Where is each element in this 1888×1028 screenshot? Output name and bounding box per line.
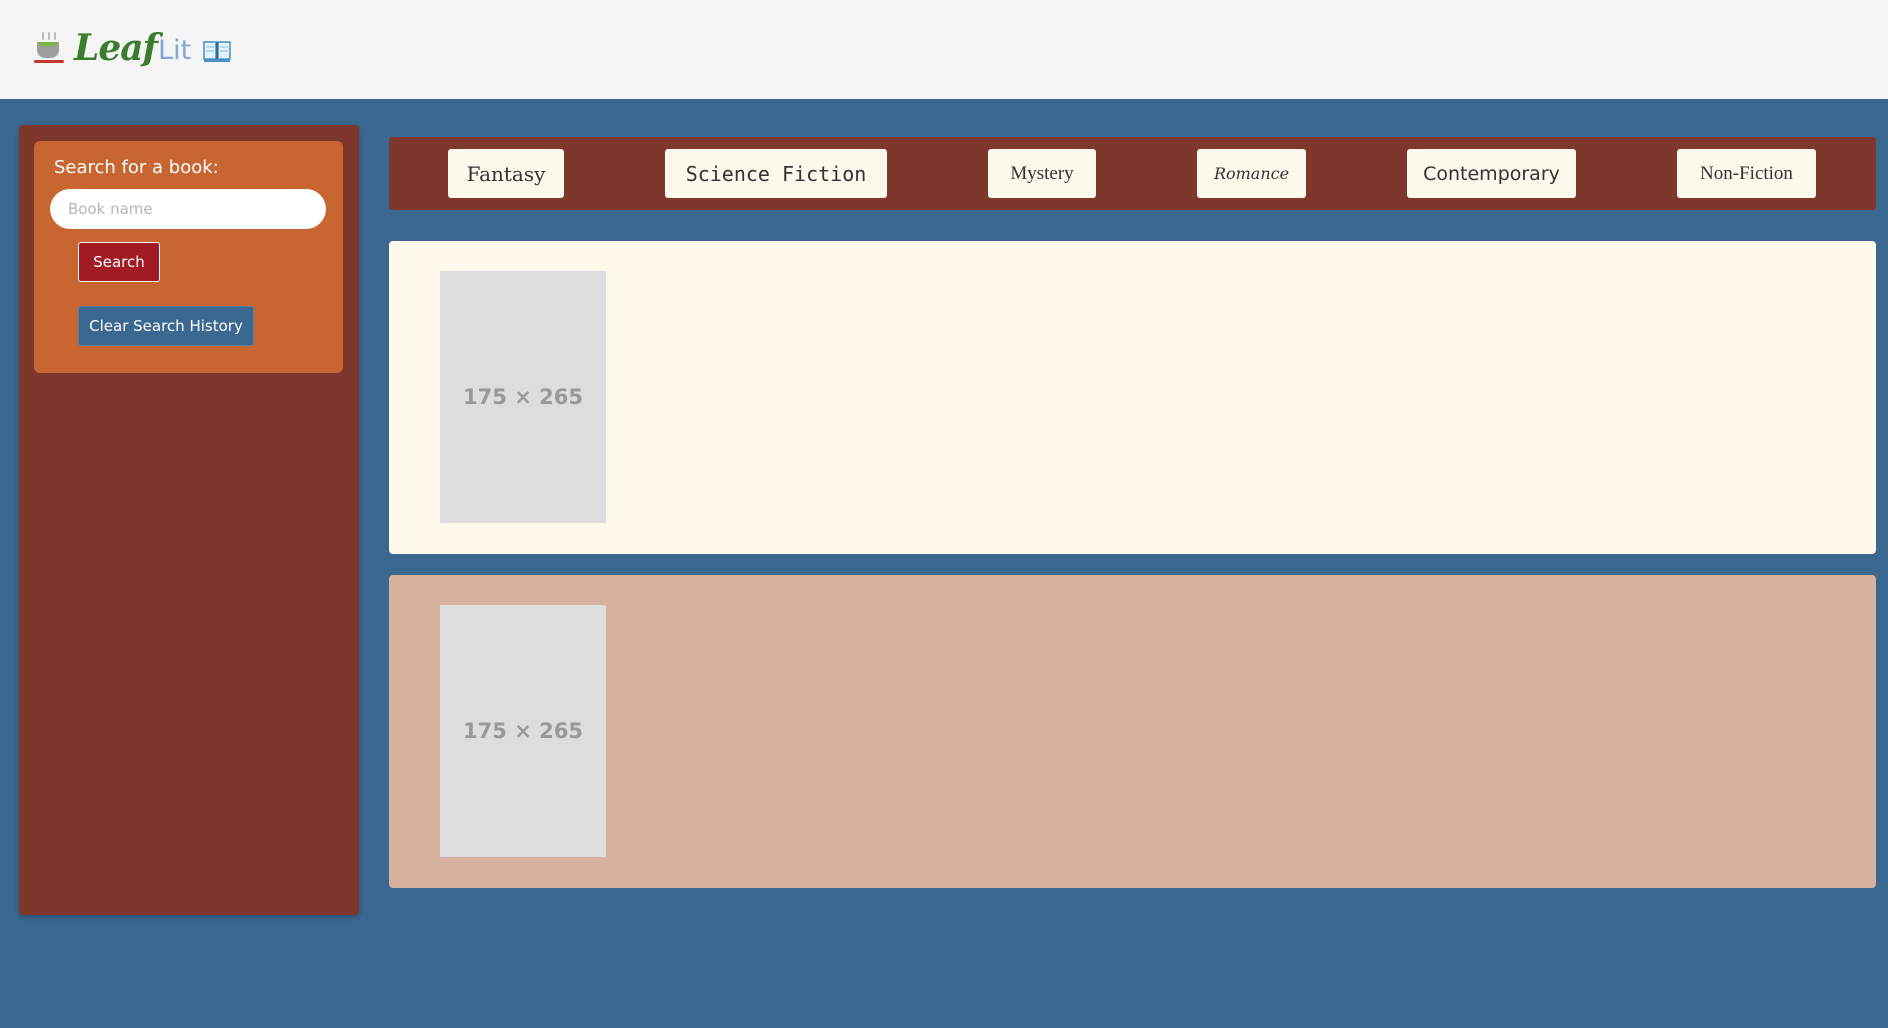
brand-name-leaf: Leaf <box>74 27 158 69</box>
search-label: Search for a book: <box>54 157 219 178</box>
genre-button-romance[interactable]: Romance <box>1197 149 1306 198</box>
open-book-icon <box>203 39 231 63</box>
search-input[interactable] <box>50 189 326 229</box>
book-cover-placeholder: 175 × 265 <box>440 271 606 523</box>
brand-logo[interactable]: Leaf Lit <box>34 22 231 74</box>
teacup-icon <box>34 30 64 66</box>
book-cover-placeholder: 175 × 265 <box>440 605 606 857</box>
book-result-card: 175 × 265 <box>389 241 1876 554</box>
search-button[interactable]: Search <box>78 242 160 282</box>
genre-button-science-fiction[interactable]: Science Fiction <box>665 149 887 198</box>
genre-button-mystery[interactable]: Mystery <box>988 149 1096 198</box>
clear-search-history-button[interactable]: Clear Search History <box>78 306 254 346</box>
genre-button-non-fiction[interactable]: Non-Fiction <box>1677 149 1816 198</box>
brand-name-lit: Lit <box>158 34 192 66</box>
genre-button-contemporary[interactable]: Contemporary <box>1407 149 1576 198</box>
site-header: Leaf Lit <box>0 0 1888 99</box>
sidebar: Search for a book: Search Clear Search H… <box>19 125 359 915</box>
genre-button-fantasy[interactable]: Fantasy <box>448 149 564 198</box>
genre-bar: Fantasy Science Fiction Mystery Romance … <box>389 137 1876 210</box>
search-card: Search for a book: Search Clear Search H… <box>34 141 343 373</box>
book-result-card: 175 × 265 <box>389 575 1876 888</box>
